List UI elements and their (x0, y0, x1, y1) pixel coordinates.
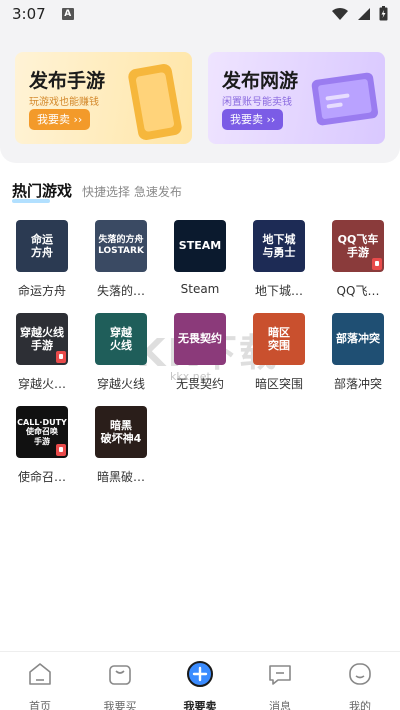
game-name: 无畏契约 (175, 377, 224, 391)
game-icon: 命运 方舟 (16, 220, 68, 272)
status-time: 3:07 (12, 5, 46, 23)
game-name: 地下城… (254, 284, 303, 298)
game-icon-text: 暗黑 破坏神4 (100, 418, 142, 445)
game-icon-text: STEAM (178, 239, 222, 253)
game-item[interactable]: 暗区 突围 暗区突围 (244, 313, 314, 392)
game-icon-text: 命运 方舟 (31, 232, 53, 259)
game-item[interactable]: 穿越火线 手游穿越火… (7, 313, 77, 392)
section-title: 热门游戏 (12, 182, 73, 203)
nav-label: 我要卖 (183, 700, 217, 710)
bag-icon (109, 665, 131, 685)
nav-label: 消息 (269, 700, 291, 710)
bottom-nav: 首页 我要买 我要卖 消息 我的 (0, 651, 400, 710)
game-name: 暗区突围 (254, 377, 303, 391)
game-item[interactable]: QQ飞车 手游 QQ飞… (323, 220, 393, 299)
nav-label: 我要买 (103, 700, 137, 710)
game-item[interactable]: 地下城 与勇士地下城… (244, 220, 314, 299)
status-indicators (331, 6, 388, 21)
profile-icon (349, 663, 371, 685)
game-name: QQ飞… (336, 284, 380, 298)
banner-title: 发布手游 (29, 70, 106, 92)
game-icon: 穿越 火线 (95, 313, 147, 365)
game-icon: 地下城 与勇士 (253, 220, 305, 272)
game-name: 暗黑破… (96, 470, 145, 484)
section-subtitle: 快捷选择 急速发布 (82, 185, 182, 199)
game-item[interactable]: 无畏契约 无畏契约 (165, 313, 235, 392)
banner-subtitle: 玩游戏也能赚钱 (29, 97, 99, 108)
game-item[interactable]: CALL·DUTY 使命召唤 手游使命召… (7, 406, 77, 485)
game-name: 失落的… (96, 284, 145, 298)
game-icon-text: 无畏契约 (178, 332, 222, 346)
game-icon-text: QQ飞车 手游 (337, 232, 379, 259)
game-icon-text: 失落的方舟 LOSTARK (98, 235, 144, 256)
nav-home[interactable]: 首页 (10, 660, 70, 710)
game-name: 命运方舟 (17, 284, 66, 298)
game-icon: 失落的方舟 LOSTARK (95, 220, 147, 272)
mobile-tag-icon (56, 444, 66, 456)
banner-subtitle: 闲置账号能卖钱 (222, 97, 292, 108)
sell-button[interactable]: 我要卖 ›› (222, 109, 284, 130)
game-item[interactable]: 穿越 火线 穿越火线 (86, 313, 156, 392)
nav-profile[interactable]: 我的 (330, 660, 390, 710)
banner-title: 发布网游 (222, 70, 299, 92)
plus-icon (187, 661, 213, 687)
game-icon-text: 穿越火线 手游 (20, 325, 64, 352)
status-bar: 3:07 A (0, 0, 400, 28)
game-name: Steam (180, 282, 220, 296)
signal-icon (358, 7, 370, 20)
game-item[interactable]: 失落的方舟 LOSTARK 失落的… (86, 220, 156, 299)
sell-button[interactable]: 我要卖 ›› (29, 109, 91, 130)
message-icon (269, 665, 291, 685)
game-icon: 暗黑 破坏神4 (95, 406, 147, 458)
game-item[interactable]: 命运 方舟 命运方舟 (7, 220, 77, 299)
game-item[interactable]: 部落冲突 部落冲突 (323, 313, 393, 392)
game-icon: 部落冲突 (332, 313, 384, 365)
game-icon: STEAM (174, 220, 226, 272)
game-item[interactable]: 暗黑 破坏神4 暗黑破… (86, 406, 156, 485)
game-icon-text: CALL·DUTY 使命召唤 手游 (17, 417, 67, 446)
nav-sell[interactable]: 我要卖 (170, 660, 230, 710)
phone-illustration-icon (128, 63, 182, 141)
game-icon: 无畏契约 (174, 313, 226, 365)
game-icon: QQ飞车 手游 (332, 220, 384, 272)
game-item[interactable]: STEAM Steam (165, 220, 235, 296)
mobile-tag-icon (56, 351, 66, 363)
publish-online-game-banner[interactable]: 发布网游 闲置账号能卖钱 我要卖 ›› (208, 52, 385, 144)
game-icon-text: 地下城 与勇士 (262, 232, 296, 259)
game-icon-text: 暗区 突围 (268, 325, 290, 352)
monitor-illustration-icon (311, 72, 378, 126)
game-icon-text: 穿越 火线 (110, 325, 132, 352)
wifi-icon (332, 7, 348, 20)
game-icon-text: 部落冲突 (336, 332, 380, 346)
game-name: 穿越火… (17, 377, 66, 391)
game-name: 部落冲突 (333, 377, 382, 391)
game-icon: CALL·DUTY 使命召唤 手游 (16, 406, 68, 458)
game-icon: 穿越火线 手游 (16, 313, 68, 365)
battery-icon (379, 6, 388, 21)
mobile-tag-icon (372, 258, 382, 270)
game-name: 穿越火线 (96, 377, 145, 391)
notification-icon: A (61, 8, 74, 20)
game-name: 使命召… (17, 470, 66, 484)
hot-games-header: 热门游戏 快捷选择 急速发布 (12, 180, 182, 203)
nav-label: 首页 (29, 700, 51, 710)
nav-label: 我的 (349, 700, 371, 710)
publish-mobile-game-banner[interactable]: 发布手游 玩游戏也能赚钱 我要卖 ›› (15, 52, 192, 144)
nav-messages[interactable]: 消息 (250, 660, 310, 710)
nav-buy[interactable]: 我要买 (90, 660, 150, 710)
game-icon: 暗区 突围 (253, 313, 305, 365)
home-icon (29, 663, 51, 685)
